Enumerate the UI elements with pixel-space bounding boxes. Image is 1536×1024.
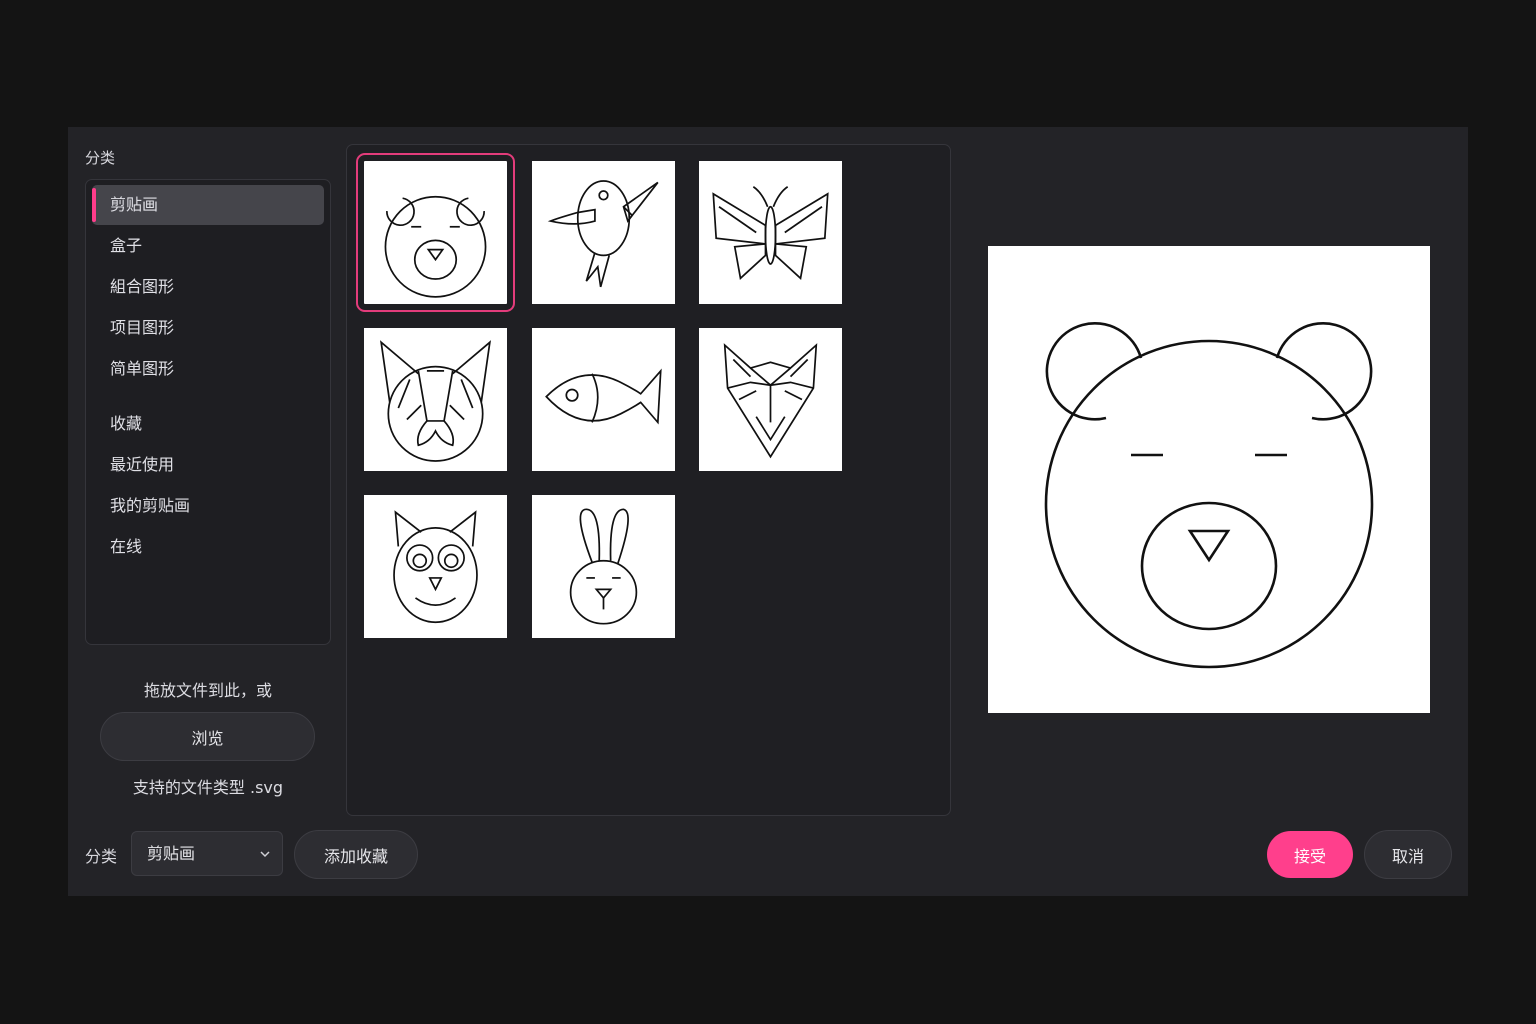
cat-icon	[379, 340, 492, 462]
clipart-thumb-owl[interactable]	[364, 495, 507, 638]
category-item-combined-shapes[interactable]: 組合图形	[92, 267, 324, 307]
add-favorite-button[interactable]: 添加收藏	[294, 830, 418, 879]
owl-icon	[393, 510, 478, 624]
cancel-button[interactable]: 取消	[1364, 830, 1452, 879]
category-list: 剪贴画 盒子 組合图形 项目图形 简单图形 收藏 最近使用 我的剪贴画 在线	[85, 179, 331, 645]
category-item-online[interactable]: 在线	[92, 527, 324, 567]
category-item-my-clipart[interactable]: 我的剪贴画	[92, 486, 324, 526]
clipart-preview	[988, 246, 1430, 713]
clipart-gallery	[346, 144, 951, 816]
bird-icon	[547, 180, 659, 288]
browse-button[interactable]: 浏览	[100, 712, 315, 761]
category-item-favorites[interactable]: 收藏	[92, 404, 324, 444]
category-item-project-shapes[interactable]: 项目图形	[92, 308, 324, 348]
clipart-dialog: 分类 剪贴画 盒子 組合图形 项目图形 简单图形 收藏 最近使用 我的剪贴画 在…	[68, 127, 1468, 896]
clipart-thumb-rabbit[interactable]	[532, 495, 675, 638]
category-select-label: 分类	[85, 847, 118, 866]
chevron-down-icon	[260, 851, 270, 858]
butterfly-icon	[712, 186, 829, 280]
fish-icon	[545, 368, 662, 425]
clipart-thumb-bear[interactable]	[356, 153, 515, 312]
category-item-clipart[interactable]: 剪贴画	[92, 185, 324, 225]
bear-icon	[1044, 322, 1374, 669]
clipart-thumb-bird[interactable]	[532, 161, 675, 304]
bear-icon	[384, 195, 487, 298]
clipart-thumb-fox[interactable]	[699, 328, 842, 471]
category-select-value: 剪贴画	[147, 844, 196, 863]
category-select[interactable]: 剪贴画	[131, 831, 283, 876]
category-heading: 分类	[85, 149, 116, 167]
accept-button[interactable]: 接受	[1267, 831, 1353, 878]
clipart-thumb-butterfly[interactable]	[699, 161, 842, 304]
fox-icon	[723, 343, 818, 459]
drop-zone-text: 拖放文件到此，或	[143, 681, 272, 700]
category-item-boxes[interactable]: 盒子	[92, 226, 324, 266]
clipart-thumb-fish[interactable]	[532, 328, 675, 471]
clipart-thumb-cat[interactable]	[364, 328, 507, 471]
category-item-simple-shapes[interactable]: 简单图形	[92, 349, 324, 389]
supported-file-types: 支持的文件类型 .svg	[132, 778, 284, 797]
category-item-recent[interactable]: 最近使用	[92, 445, 324, 485]
rabbit-icon	[569, 508, 638, 625]
